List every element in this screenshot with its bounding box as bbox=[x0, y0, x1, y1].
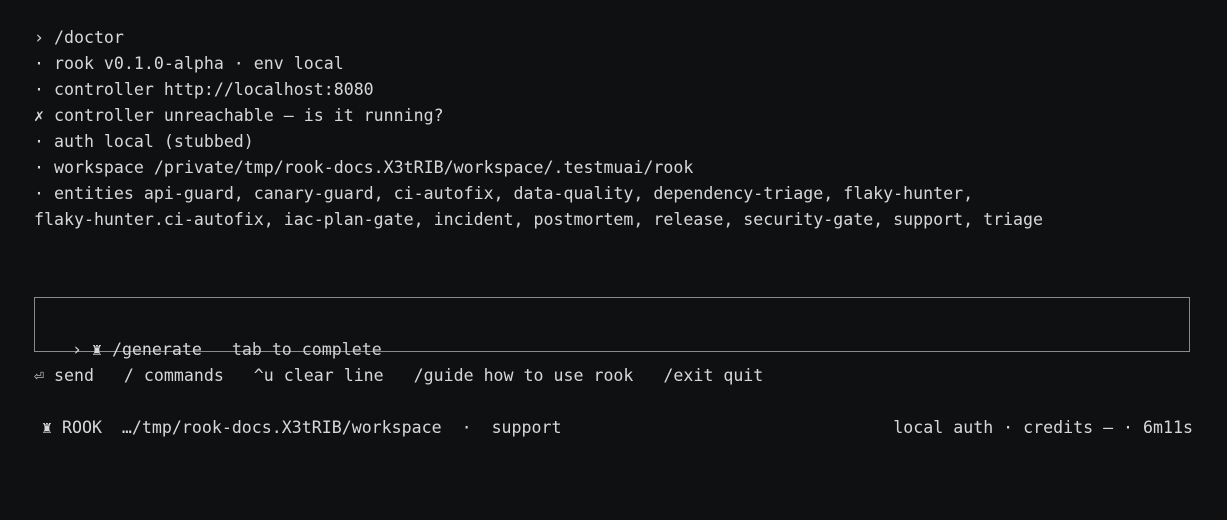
output-line: · workspace /private/tmp/rook-docs.X3tRI… bbox=[34, 158, 694, 177]
command-input[interactable]: › ♜ /generate tab to complete bbox=[52, 311, 382, 363]
shortcut-hints: ⏎ send / commands ^u clear line /guide h… bbox=[34, 366, 764, 385]
output-line: flaky-hunter.ci-autofix, iac-plan-gate, … bbox=[34, 210, 1044, 229]
output-line: · auth local (stubbed) bbox=[34, 132, 254, 151]
status-bar-left: ♜ ROOK …/tmp/rook-docs.X3tRIB/workspace … bbox=[42, 418, 562, 437]
suggestion-text: /generate bbox=[111, 340, 202, 359]
output-line: · entities api-guard, canary-guard, ci-a… bbox=[34, 184, 974, 203]
output-line: · controller http://localhost:8080 bbox=[34, 80, 374, 99]
completion-tip: tab to complete bbox=[231, 340, 382, 359]
command-line: › /doctor bbox=[34, 28, 124, 47]
output-line: · rook v0.1.0-alpha · env local bbox=[34, 54, 344, 73]
status-bar-right: local auth · credits — · 6m11s bbox=[893, 418, 1193, 437]
error-line: ✗ controller unreachable — is it running… bbox=[34, 106, 444, 125]
prompt-cursor: › ♜ bbox=[71, 340, 112, 359]
